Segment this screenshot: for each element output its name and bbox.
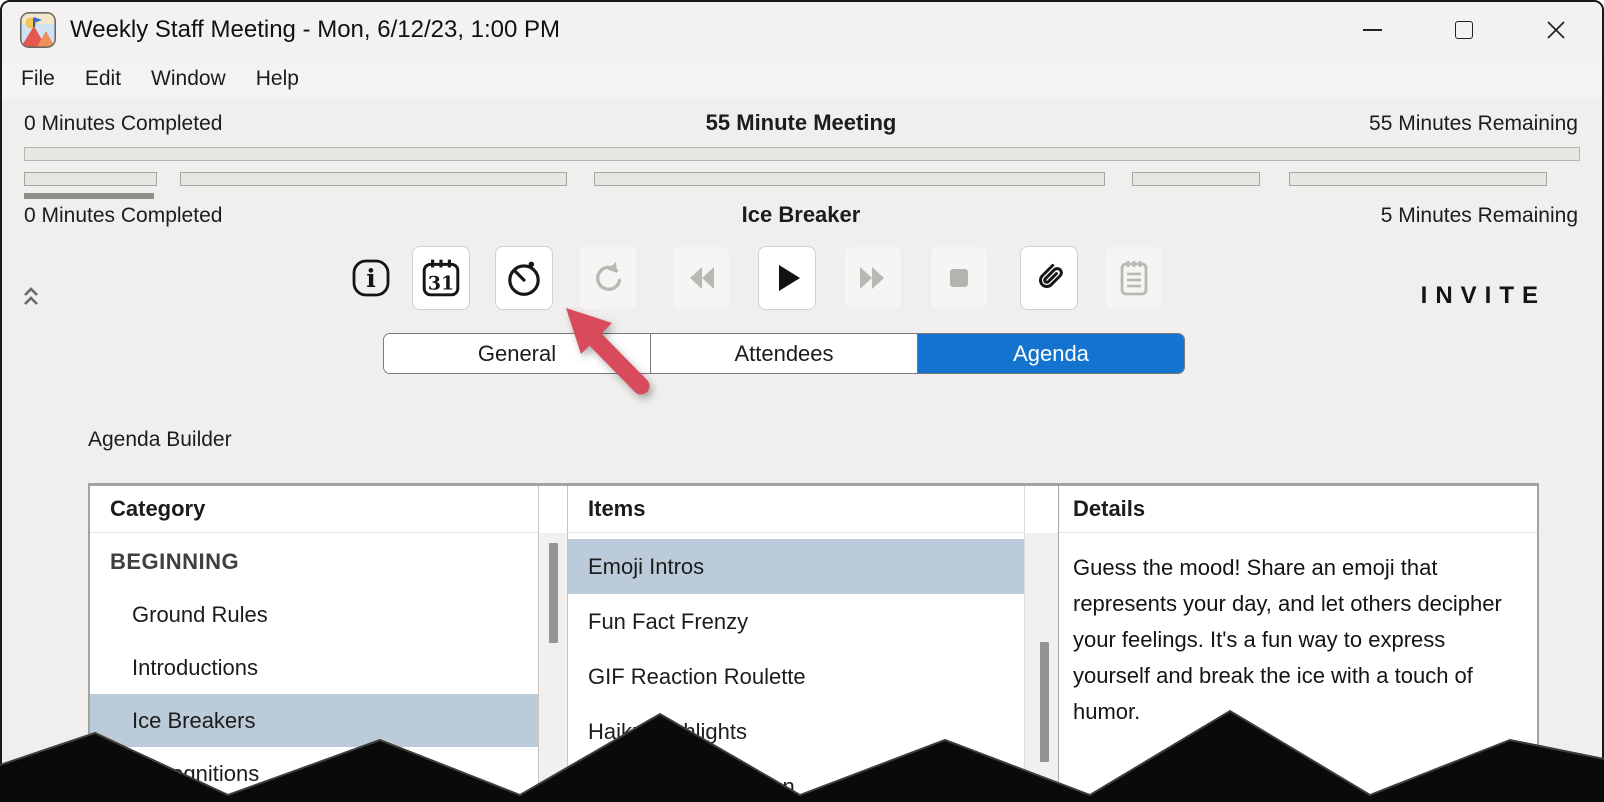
overall-progress-labels: 0 Minutes Completed 55 Minute Meeting 55…	[24, 110, 1578, 136]
stop-icon	[950, 269, 968, 287]
annotation-arrow-icon	[566, 308, 650, 395]
menu-help[interactable]: Help	[241, 63, 314, 95]
reset-button[interactable]	[579, 246, 637, 310]
app-window: Weekly Staff Meeting - Mon, 6/12/23, 1:0…	[0, 0, 1604, 802]
overall-remaining-label: 55 Minutes Remaining	[1369, 112, 1578, 135]
svg-text:i: i	[366, 264, 376, 293]
details-text: Guess the mood! Share an emoji that repr…	[1073, 555, 1502, 724]
undo-arrow-icon	[596, 262, 622, 291]
segment-bar-1	[24, 172, 157, 186]
calendar-31-icon: 31	[422, 259, 460, 297]
window-title: Weekly Staff Meeting - Mon, 6/12/23, 1:0…	[70, 16, 561, 43]
menu-edit[interactable]: Edit	[70, 63, 136, 95]
overall-completed-label: 0 Minutes Completed	[24, 112, 223, 135]
torn-edge-decoration	[0, 709, 1604, 802]
invite-button[interactable]: INVITE	[1421, 282, 1546, 310]
info-button[interactable]: i	[352, 259, 390, 297]
clipboard-icon	[1120, 261, 1148, 296]
minimize-button[interactable]	[1326, 2, 1418, 58]
collapse-panel-button[interactable]	[22, 286, 40, 308]
segment-bar-4	[1132, 172, 1260, 186]
agenda-builder-title: Agenda Builder	[88, 428, 232, 451]
info-icon: i	[352, 259, 390, 297]
screenshot-stage: Weekly Staff Meeting - Mon, 6/12/23, 1:0…	[0, 0, 1604, 802]
current-item-label: Ice Breaker	[741, 202, 861, 227]
fast-forward-icon	[860, 267, 884, 289]
current-segment-indicator	[24, 193, 154, 199]
item-row-fun-fact-frenzy[interactable]: Fun Fact Frenzy	[568, 594, 1024, 649]
item-row-gif-reaction-roulette[interactable]: GIF Reaction Roulette	[568, 649, 1024, 704]
category-group-heading: BEGINNING	[110, 548, 240, 574]
close-icon	[1547, 21, 1565, 39]
maximize-icon	[1455, 21, 1473, 39]
agenda-segment-bars	[24, 172, 1580, 188]
title-bar: Weekly Staff Meeting - Mon, 6/12/23, 1:0…	[2, 2, 1602, 58]
minimize-icon	[1362, 29, 1382, 31]
previous-button[interactable]	[672, 246, 730, 310]
overall-progress-bar	[24, 147, 1580, 161]
next-button[interactable]	[844, 246, 902, 310]
menu-file[interactable]: File	[6, 63, 70, 95]
category-scrollbar-thumb[interactable]	[549, 543, 558, 643]
tab-bar: General Attendees Agenda	[383, 333, 1185, 374]
item-completed-label: 0 Minutes Completed	[24, 204, 223, 227]
paperclip-icon	[1039, 263, 1063, 288]
notes-button[interactable]	[1105, 246, 1163, 310]
rewind-icon	[690, 267, 714, 289]
timer-button[interactable]	[495, 246, 553, 310]
maximize-button[interactable]	[1418, 2, 1510, 58]
play-button[interactable]	[758, 246, 816, 310]
item-progress-labels: 0 Minutes Completed Ice Breaker 5 Minute…	[24, 202, 1578, 228]
segment-bar-3	[594, 172, 1105, 186]
items-column-header: Items	[568, 486, 1024, 533]
meeting-length-label: 55 Minute Meeting	[705, 110, 897, 135]
attachment-button[interactable]	[1020, 246, 1078, 310]
menu-window[interactable]: Window	[136, 63, 241, 95]
double-chevron-up-icon	[24, 287, 38, 305]
segment-bar-5	[1289, 172, 1547, 186]
app-logo-icon	[20, 12, 56, 48]
close-button[interactable]	[1510, 2, 1602, 58]
svg-text:31: 31	[428, 273, 454, 295]
tab-agenda[interactable]: Agenda	[918, 334, 1184, 373]
calendar-button[interactable]: 31	[412, 246, 470, 310]
window-controls	[1326, 2, 1602, 58]
menu-bar: File Edit Window Help	[2, 58, 1602, 99]
stopwatch-icon	[508, 261, 540, 296]
details-column-header: Details	[1059, 486, 1537, 533]
segment-bar-2	[180, 172, 567, 186]
category-row-ground-rules[interactable]: Ground Rules	[90, 588, 538, 641]
item-row-emoji-intros[interactable]: Emoji Intros	[568, 539, 1024, 594]
play-icon	[779, 265, 800, 291]
meeting-toolbar: i 31	[352, 246, 1163, 310]
category-column-header: Category	[90, 486, 538, 533]
tab-attendees[interactable]: Attendees	[650, 334, 918, 373]
stop-button[interactable]	[930, 246, 988, 310]
item-remaining-label: 5 Minutes Remaining	[1380, 204, 1578, 227]
category-row-introductions[interactable]: Introductions	[90, 641, 538, 694]
